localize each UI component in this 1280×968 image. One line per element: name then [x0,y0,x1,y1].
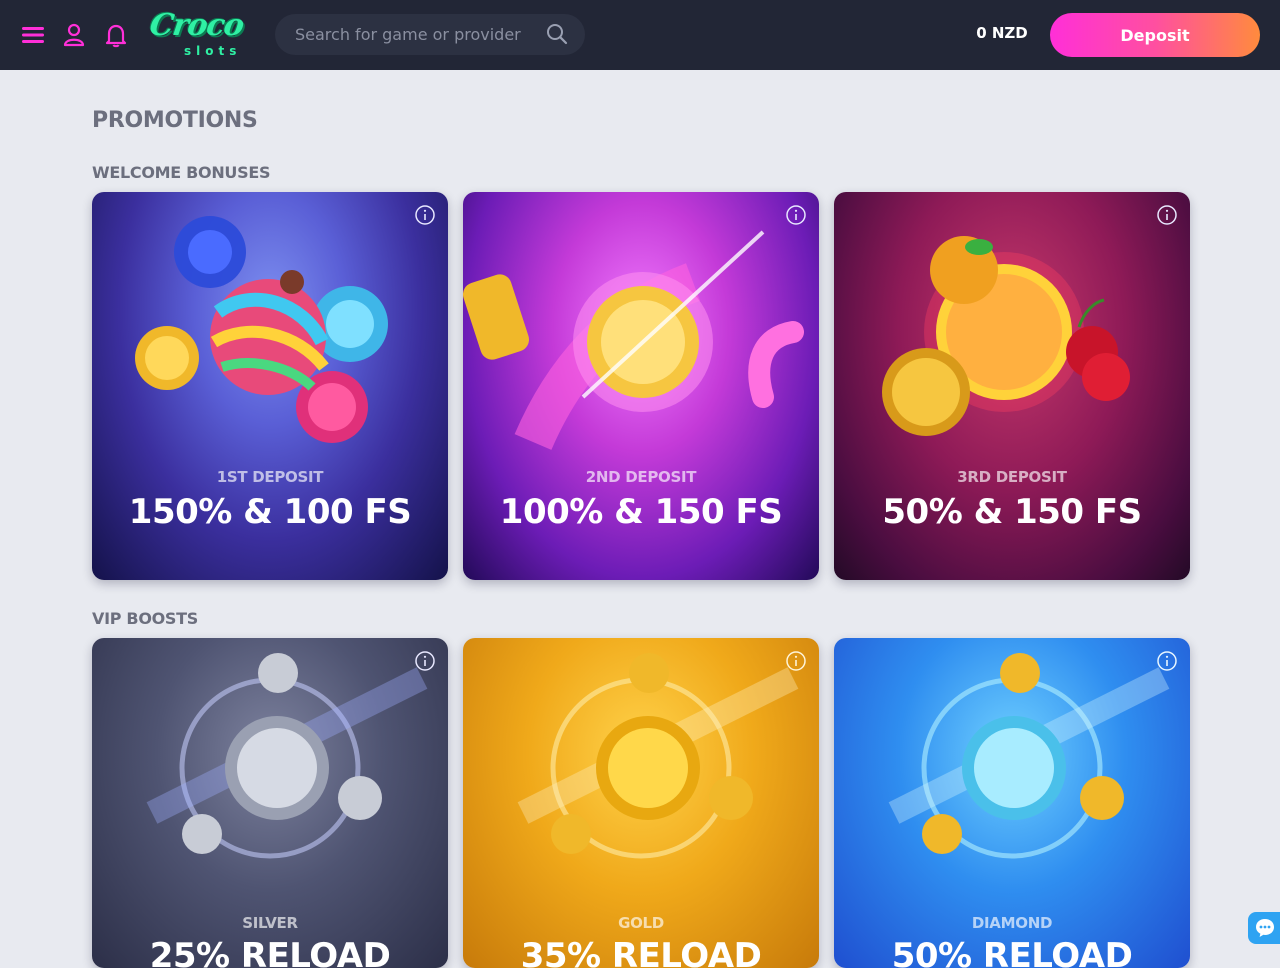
card-value: 35% RELOAD [520,936,762,968]
info-icon[interactable] [785,650,807,672]
deposit-button[interactable]: Deposit [1050,13,1260,57]
card-value: 50% RELOAD [891,936,1133,968]
chat-bubble-icon [1256,919,1274,937]
card-label: SILVER [242,914,298,932]
card-label: 3RD DEPOSIT [957,468,1067,486]
logo-wordmark: Croco [147,8,246,43]
card-value: 25% RELOAD [149,936,391,968]
info-icon[interactable] [1156,204,1178,226]
menu-icon[interactable] [20,22,46,48]
card-label: 1ST DEPOSIT [216,468,324,486]
card-value: 100% & 150 FS [499,492,783,532]
gold-coin-illustration [517,653,799,859]
bell-icon[interactable] [103,22,129,48]
diamond-coin-illustration [888,653,1170,859]
top-header: Croco slots 0 NZD Deposit [0,0,1280,70]
card-label: GOLD [618,914,664,932]
page-title: PROMOTIONS [92,108,258,133]
fruit-coin-illustration [882,236,1130,436]
silver-coin-illustration [146,653,428,859]
section-title-vip: VIP BOOSTS [92,609,198,628]
promo-card-3rd-deposit[interactable]: 3RD DEPOSIT 50% & 150 FS [834,192,1190,580]
promo-card-2nd-deposit[interactable]: 2ND DEPOSIT 100% & 150 FS [463,192,819,580]
card-label: DIAMOND [971,914,1053,932]
vip-card-diamond[interactable]: DIAMOND 50% RELOAD [834,638,1190,968]
balance-display[interactable]: 0 NZD [960,24,1044,42]
section-title-welcome: WELCOME BONUSES [92,163,271,182]
card-value: 150% & 100 FS [128,492,412,532]
promo-card-1st-deposit[interactable]: 1ST DEPOSIT 150% & 100 FS [92,192,448,580]
search-box [275,14,585,55]
logo-subtitle: slots [184,44,242,58]
user-icon[interactable] [61,22,87,48]
search-icon[interactable] [545,22,569,46]
site-logo[interactable]: Croco slots [146,8,264,64]
card-label: 2ND DEPOSIT [585,468,697,486]
search-input[interactable] [275,14,535,55]
vip-card-gold[interactable]: GOLD 35% RELOAD [463,638,819,968]
golden-coin-illustration [463,230,804,451]
live-chat-button[interactable] [1248,912,1280,944]
card-value: 50% & 150 FS [882,492,1142,532]
info-icon[interactable] [414,204,436,226]
candy-bomb-illustration [135,216,388,443]
vip-card-silver[interactable]: SILVER 25% RELOAD [92,638,448,968]
info-icon[interactable] [1156,650,1178,672]
info-icon[interactable] [414,650,436,672]
info-icon[interactable] [785,204,807,226]
